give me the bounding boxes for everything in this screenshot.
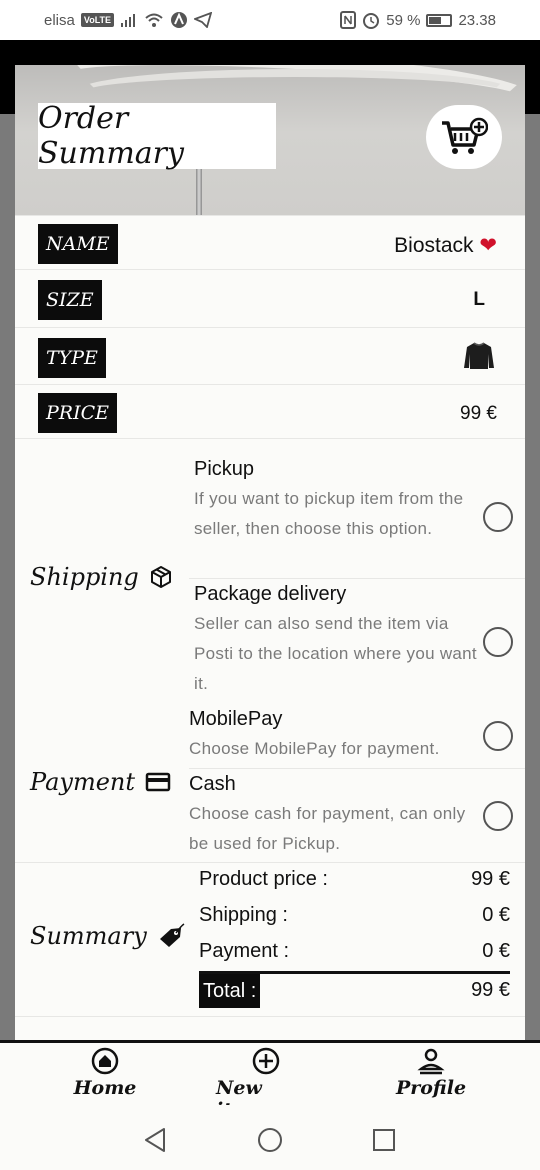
payment-option-mobilepay[interactable]: MobilePay Choose MobilePay for payment. bbox=[189, 704, 525, 764]
item-price-value: 99 € bbox=[460, 403, 497, 424]
option-title: Pickup bbox=[194, 458, 255, 480]
nav-home[interactable]: Home bbox=[70, 1047, 140, 1099]
price-tag: PRICE bbox=[38, 393, 118, 433]
package-icon bbox=[150, 566, 171, 588]
order-summary-card: Order Summary NAME Biostack ❤ SIZE L TYP… bbox=[15, 65, 525, 1040]
summary-label: Summary bbox=[30, 922, 185, 950]
shipping-label: Shipping bbox=[30, 563, 173, 591]
home-icon bbox=[91, 1047, 119, 1075]
payment-label: Payment bbox=[30, 768, 171, 796]
total-value: 99 € bbox=[471, 979, 510, 1001]
back-icon[interactable] bbox=[143, 1127, 167, 1153]
add-to-cart-button[interactable] bbox=[426, 105, 502, 169]
battery-percent: 59 % bbox=[386, 11, 421, 29]
heart-icon: ❤ bbox=[479, 234, 497, 257]
signal-icon bbox=[121, 14, 136, 27]
shipping-option-pickup[interactable]: Pickup If you want to pickup item from t… bbox=[189, 454, 525, 544]
add-circle-icon bbox=[252, 1047, 280, 1075]
sweater-icon bbox=[464, 342, 494, 369]
wifi-icon bbox=[145, 13, 163, 27]
option-description: Seller can also send the item via Posti … bbox=[194, 614, 477, 693]
home-circle-icon[interactable] bbox=[257, 1127, 283, 1153]
option-title: Package delivery bbox=[194, 583, 347, 605]
credit-card-icon bbox=[145, 772, 171, 792]
nav-home-label: Home bbox=[73, 1077, 137, 1099]
page-title: Order Summary bbox=[38, 101, 184, 171]
delivery-radio[interactable] bbox=[483, 627, 513, 657]
battery-icon bbox=[426, 13, 453, 27]
shipping-divider bbox=[15, 438, 525, 439]
nfc-icon bbox=[340, 11, 357, 29]
summary-product-price: Product price :99 € bbox=[199, 868, 510, 890]
app-notification-icon bbox=[171, 12, 188, 28]
summary-shipping: Shipping :0 € bbox=[199, 904, 510, 926]
cash-radio[interactable] bbox=[483, 801, 513, 831]
option-title: MobilePay bbox=[189, 708, 283, 730]
size-tag: SIZE bbox=[38, 280, 102, 320]
mobilepay-radio[interactable] bbox=[483, 721, 513, 751]
system-navigation-bar bbox=[0, 1105, 540, 1170]
detail-row-price: PRICE 99 € bbox=[15, 384, 525, 439]
item-name-value: Biostack ❤ bbox=[394, 234, 497, 257]
option-description: Choose cash for payment, can only be use… bbox=[189, 804, 466, 853]
option-title: Cash bbox=[189, 773, 236, 795]
pickup-radio[interactable] bbox=[483, 502, 513, 532]
header-image: Order Summary bbox=[15, 65, 525, 215]
clock: 23.38 bbox=[458, 11, 496, 29]
total-label: Total : bbox=[199, 974, 261, 1008]
summary-payment: Payment :0 € bbox=[199, 940, 510, 962]
recents-icon[interactable] bbox=[372, 1128, 396, 1152]
volte-badge: VoLTE bbox=[80, 13, 115, 27]
price-tag-icon bbox=[159, 923, 185, 947]
item-size-value: L bbox=[473, 289, 485, 310]
nav-profile-label: Profile bbox=[395, 1077, 467, 1099]
option-description: If you want to pickup item from the sell… bbox=[194, 489, 464, 538]
shipping-option-delivery[interactable]: Package delivery Seller can also send th… bbox=[189, 579, 525, 699]
card-bottom-divider bbox=[15, 1016, 525, 1017]
option-description: Choose MobilePay for payment. bbox=[189, 739, 440, 758]
type-tag: TYPE bbox=[38, 338, 106, 378]
summary-divider bbox=[15, 862, 525, 863]
payment-option-cash[interactable]: Cash Choose cash for payment, can only b… bbox=[189, 769, 525, 859]
alarm-icon bbox=[363, 13, 380, 29]
detail-row-name: NAME Biostack ❤ bbox=[15, 215, 525, 269]
cart-plus-icon bbox=[442, 117, 488, 154]
status-bar: elisa VoLTE 59 % 23.38 bbox=[0, 0, 540, 40]
detail-row-type: TYPE bbox=[15, 327, 525, 384]
detail-row-size: SIZE L bbox=[15, 269, 525, 327]
name-tag: NAME bbox=[38, 224, 118, 264]
page-title-box: Order Summary bbox=[38, 101, 276, 171]
carrier-name: elisa bbox=[44, 11, 75, 29]
telegram-icon bbox=[194, 12, 213, 28]
profile-icon bbox=[417, 1048, 445, 1075]
nav-profile[interactable]: Profile bbox=[391, 1047, 471, 1099]
bottom-navigation: Home New item Profile bbox=[0, 1040, 540, 1121]
